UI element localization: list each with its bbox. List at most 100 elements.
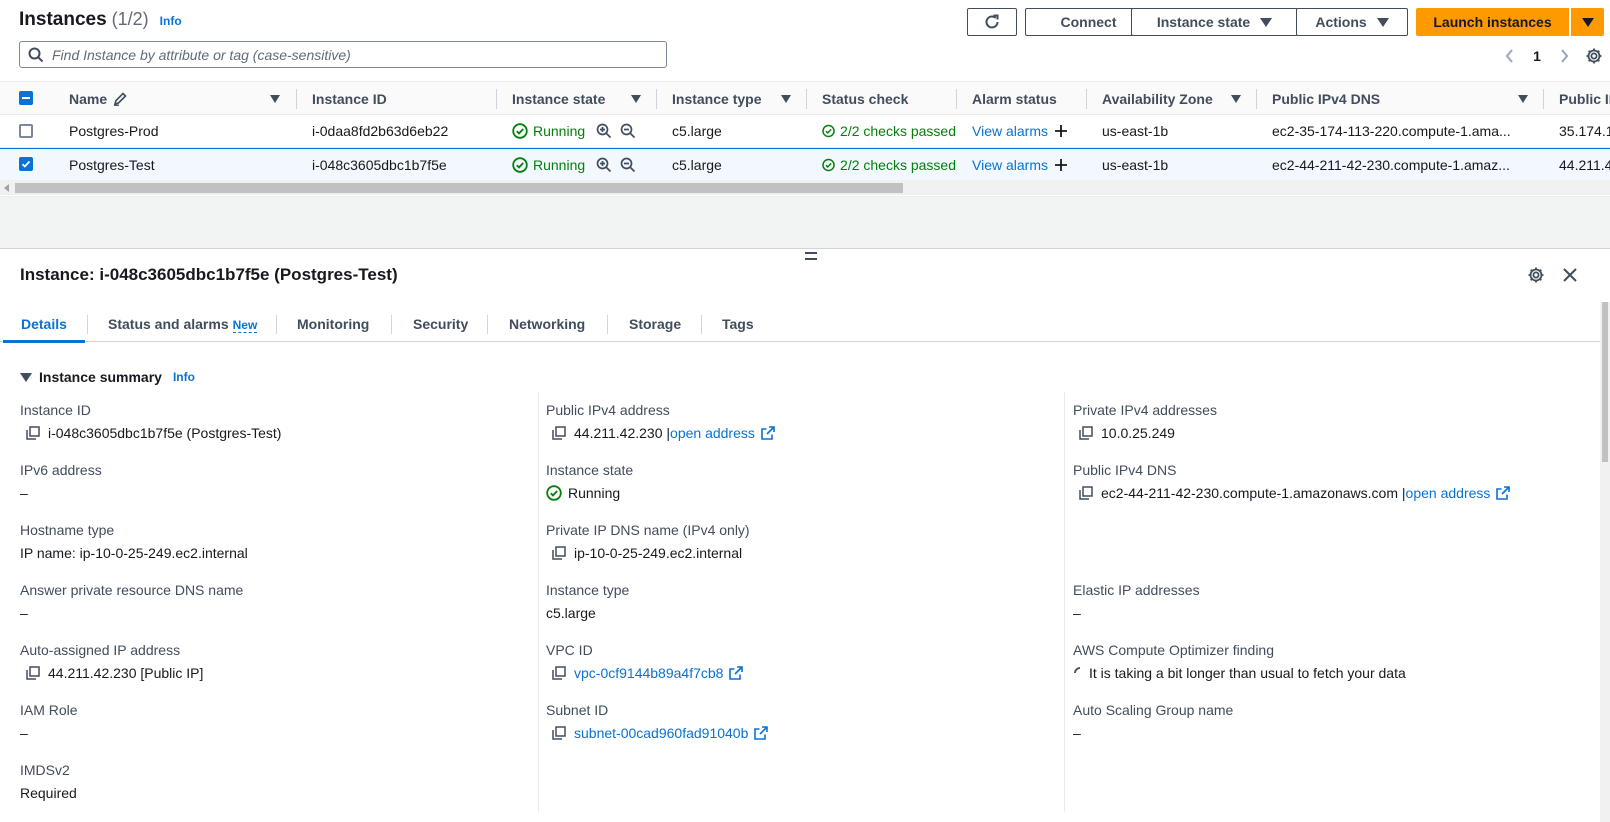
- copy-icon[interactable]: [552, 726, 566, 740]
- scrollbar-thumb[interactable]: [1602, 302, 1608, 462]
- tab-details[interactable]: Details: [3, 306, 85, 343]
- scrollbar-thumb[interactable]: [15, 183, 903, 193]
- field-value: ec2-44-211-42-230.compute-1.amazonaws.co…: [1073, 482, 1511, 504]
- column-header-instance-state[interactable]: Instance state: [512, 82, 605, 115]
- sort-public-dns-icon[interactable]: [1518, 82, 1528, 115]
- open-address-link[interactable]: open address: [670, 422, 755, 444]
- column-divider[interactable]: [1256, 89, 1257, 109]
- copy-icon[interactable]: [552, 546, 566, 560]
- instance-state-button[interactable]: Instance state: [1131, 8, 1298, 36]
- vpc-id-link[interactable]: vpc-0cf9144b89a4f7cb8: [574, 662, 723, 684]
- row-checkbox[interactable]: [19, 157, 33, 171]
- zoom-in-icon[interactable]: [596, 157, 612, 173]
- resize-handle-icon[interactable]: [805, 252, 817, 260]
- column-header-instance-id[interactable]: Instance ID: [312, 82, 387, 115]
- row-checkbox[interactable]: [19, 124, 33, 138]
- zoom-in-icon[interactable]: [596, 123, 612, 139]
- column-header-public-dns[interactable]: Public IPv4 DNS: [1272, 82, 1380, 115]
- tab-security[interactable]: Security: [413, 306, 468, 342]
- copy-icon[interactable]: [552, 666, 566, 680]
- row-status-label: 2/2 checks passed: [840, 157, 956, 173]
- column-divider[interactable]: [496, 89, 497, 109]
- column-header-status-check[interactable]: Status check: [822, 82, 908, 115]
- refresh-button[interactable]: [967, 8, 1017, 36]
- current-page[interactable]: 1: [1522, 48, 1552, 64]
- actions-button[interactable]: Actions: [1296, 8, 1408, 36]
- field-hostname-type: Hostname type IP name: ip-10-0-25-249.ec…: [20, 520, 248, 564]
- tab-networking[interactable]: Networking: [509, 306, 585, 342]
- header-info-link[interactable]: Info: [160, 14, 182, 28]
- tab-tags[interactable]: Tags: [722, 306, 754, 342]
- column-header-name[interactable]: Name: [69, 82, 127, 115]
- tab-networking-label: Networking: [509, 316, 586, 332]
- new-badge: New: [232, 318, 258, 333]
- connect-label: Connect: [1060, 14, 1117, 30]
- field-label: Elastic IP addresses: [1073, 582, 1200, 598]
- column-divider[interactable]: [956, 89, 957, 109]
- vertical-scrollbar[interactable]: [1600, 302, 1610, 822]
- view-alarms-link[interactable]: View alarms: [972, 123, 1048, 139]
- sort-name-icon[interactable]: [270, 82, 280, 115]
- tab-monitoring[interactable]: Monitoring: [297, 306, 369, 342]
- external-link-icon[interactable]: [1496, 486, 1511, 500]
- panel-preferences-button[interactable]: [1527, 266, 1545, 284]
- column-header-availability-zone[interactable]: Availability Zone: [1102, 82, 1213, 115]
- open-address-link[interactable]: open address: [1406, 482, 1491, 504]
- column-divider[interactable]: [1543, 89, 1544, 109]
- copy-icon[interactable]: [1079, 426, 1093, 440]
- column-divider[interactable]: [806, 89, 807, 109]
- sort-instance-state-icon[interactable]: [631, 82, 641, 115]
- copy-icon[interactable]: [26, 426, 40, 440]
- tab-status-and-alarms[interactable]: Status and alarms New: [108, 306, 258, 342]
- copy-icon[interactable]: [1079, 486, 1093, 500]
- copy-icon[interactable]: [26, 666, 40, 680]
- launch-instances-dropdown[interactable]: [1571, 8, 1604, 36]
- instance-summary-header[interactable]: Instance summary Info: [20, 369, 195, 385]
- tab-divider: [607, 315, 608, 334]
- column-name-label: Name: [69, 90, 108, 107]
- instances-table: Name Instance ID Instance state Instance…: [0, 81, 1610, 181]
- caret-down-icon: [1581, 17, 1594, 27]
- column-header-alarm-status[interactable]: Alarm status: [972, 82, 1057, 115]
- prev-page-button[interactable]: [1498, 44, 1522, 68]
- zoom-out-icon[interactable]: [620, 123, 636, 139]
- row-instance-state: Running: [512, 115, 585, 147]
- field-label: Instance state: [546, 462, 634, 478]
- external-link-icon[interactable]: [754, 726, 769, 740]
- table-row[interactable]: Postgres-Prod i-0daa8fd2b63d6eb22 Runnin…: [0, 115, 1610, 148]
- actions-label: Actions: [1315, 14, 1367, 30]
- chevron-right-icon: [1561, 49, 1569, 63]
- column-divider[interactable]: [296, 89, 297, 109]
- search-input[interactable]: [52, 46, 632, 63]
- plus-icon[interactable]: [1054, 124, 1068, 138]
- spinner-icon: [1074, 667, 1081, 674]
- column-header-instance-type[interactable]: Instance type: [672, 82, 761, 115]
- summary-info-link[interactable]: Info: [173, 370, 195, 384]
- zoom-out-icon[interactable]: [620, 157, 636, 173]
- field-label: Private IPv4 addresses: [1073, 402, 1217, 418]
- tab-storage[interactable]: Storage: [629, 306, 681, 342]
- launch-instances-button[interactable]: Launch instances: [1416, 8, 1569, 36]
- plus-icon[interactable]: [1054, 158, 1068, 172]
- copy-icon[interactable]: [552, 426, 566, 440]
- row-instance-id-link[interactable]: i-048c3605dbc1b7f5e: [312, 149, 447, 181]
- row-instance-id-link[interactable]: i-0daa8fd2b63d6eb22: [312, 115, 448, 147]
- horizontal-scrollbar[interactable]: [0, 180, 1610, 195]
- sort-availability-zone-icon[interactable]: [1231, 82, 1241, 115]
- close-panel-button[interactable]: [1562, 267, 1578, 283]
- select-all-checkbox[interactable]: [19, 91, 33, 105]
- scroll-left-arrow-icon[interactable]: [4, 184, 9, 192]
- sort-instance-type-icon[interactable]: [781, 82, 791, 115]
- table-row[interactable]: Postgres-Test i-048c3605dbc1b7f5e Runnin…: [0, 148, 1610, 181]
- table-preferences-button[interactable]: [1582, 44, 1606, 68]
- external-link-icon[interactable]: [729, 666, 744, 680]
- column-header-public-ip[interactable]: Public IPv4: [1559, 82, 1610, 115]
- column-divider[interactable]: [656, 89, 657, 109]
- column-divider[interactable]: [1086, 89, 1087, 109]
- subnet-id-link[interactable]: subnet-00cad960fad91040b: [574, 722, 748, 744]
- next-page-button[interactable]: [1552, 44, 1576, 68]
- view-alarms-link[interactable]: View alarms: [972, 157, 1048, 173]
- external-link-icon[interactable]: [761, 426, 775, 440]
- field-value: c5.large: [546, 605, 596, 621]
- column-instance-type-label: Instance type: [672, 90, 762, 107]
